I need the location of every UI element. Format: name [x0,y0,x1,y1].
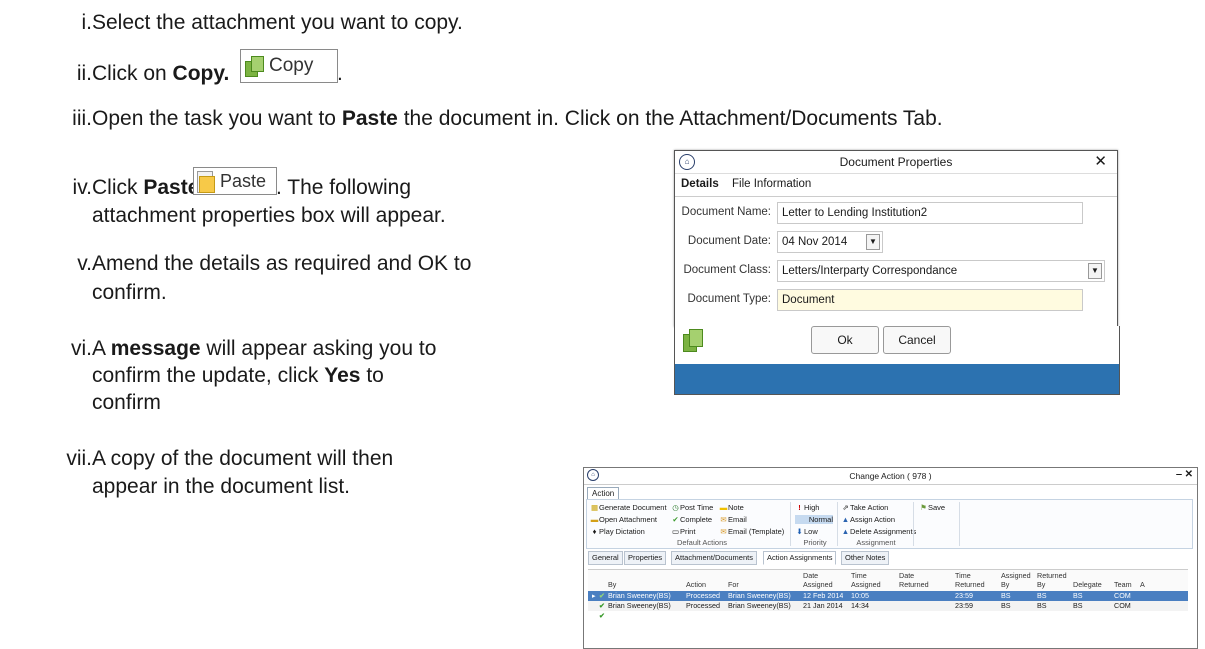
priority-low-button[interactable]: ⬇Low [795,527,817,536]
dialog-title-bar: ⌂ Document Properties ✕ [675,151,1117,174]
close-icon[interactable]: ✕ [1094,152,1107,170]
copy-icon [683,328,703,352]
window-title: Change Action ( 978 ) [849,471,932,481]
col-time-assigned: Time Assigned [851,571,881,589]
ribbon-tab-action[interactable]: Action [587,487,620,499]
step-number: vi. [71,337,92,360]
step-text: Open the task you want to Paste the docu… [92,107,943,130]
note-button[interactable]: ▬Note [719,503,744,512]
tab-general[interactable]: General [588,551,623,565]
dialog-tabs: Details File Information [675,174,1117,197]
step-number: vii. [66,447,92,470]
window-title-bar: ⌂ Change Action ( 978 ) ‒ ✕ [584,468,1197,485]
col-date-assigned: Date Assigned [803,571,833,589]
tab-attachment-documents[interactable]: Attachment/Documents [671,551,757,565]
post-time-button[interactable]: ◷Post Time [671,503,713,512]
chevron-down-icon[interactable]: ▼ [866,234,880,250]
step-number: i. [81,11,93,34]
save-button[interactable]: ⚑Save [919,503,945,512]
col-date-returned: Date Returned [899,571,929,589]
document-type-row: Document Type: Document [675,289,1117,311]
col-time-returned: Time Returned [955,571,985,589]
document-name-row: Document Name: Letter to Lending Institu… [675,202,1117,224]
priority-normal-button[interactable]: Normal [795,515,833,524]
step-iv-rest: . The following [276,176,412,199]
dialog-footer: Ok Cancel [674,326,1120,395]
chevron-down-icon[interactable]: ▼ [1088,263,1102,279]
step-text: Amend the details as required and OK to [92,252,472,275]
group-priority: Priority [803,538,827,547]
step-vi-line2: confirm the update, click Yes to [92,364,384,387]
document-class-label: Document Class: [683,264,771,276]
step-text: Select the attachment you want to copy. [92,11,463,34]
copy-button[interactable]: Copy [240,49,338,83]
play-dictation-button[interactable]: ♦ Play Dictation [590,527,645,536]
step-text: Click on Copy. [92,62,230,85]
step-number: iv. [72,176,92,199]
generate-document-button[interactable]: ▦Generate Document [590,503,667,512]
document-date-label: Document Date: [687,235,771,247]
step-number: iii. [72,107,92,130]
step-vi-line3: confirm [92,391,161,414]
tab-properties[interactable]: Properties [624,551,667,565]
step-text: A message will appear asking you to [92,337,437,360]
ok-button[interactable]: Ok [811,326,879,354]
group-default-actions: Default Actions [676,538,728,547]
step-iv-line2: attachment properties box will appear. [92,204,446,227]
email-template-button[interactable]: ✉Email (Template) [719,527,784,536]
document-type-label: Document Type: [687,293,771,305]
copy-icon [245,55,264,77]
table-row[interactable]: ✔ Brian Sweeney(BS) Processed Brian Swee… [588,601,1188,611]
step-vii-line2: appear in the document list. [92,475,350,498]
document-properties-dialog: ⌂ Document Properties ✕ Details File Inf… [674,150,1118,327]
table-row[interactable]: ▸ ✔ Brian Sweeney(BS) Processed Brian Sw… [588,591,1188,601]
ribbon: ▦Generate Document ▬Open Attachment ♦ Pla… [586,499,1193,549]
paste-icon [197,171,215,193]
delete-assignments-button[interactable]: ▲Delete Assignments [841,527,917,536]
change-action-window: ⌂ Change Action ( 978 ) ‒ ✕ Action ▦Gene… [583,467,1198,649]
paste-button[interactable]: Paste [193,167,277,195]
step-ii-period: . [337,62,343,85]
group-assignment: Assignment [856,538,896,547]
step-number: ii. [76,62,92,85]
tab-details[interactable]: Details [681,178,719,190]
col-returned-by: Returned By [1037,571,1067,589]
document-class-row: Document Class: Letters/Interparty Corre… [675,260,1117,282]
dialog-status-bar [675,364,1119,394]
tab-action-assignments[interactable]: Action Assignments [763,551,837,565]
step-text: Click Paste [92,176,200,199]
col-assigned-by: Assigned By [1001,571,1031,589]
minimize-close-icon[interactable]: ‒ ✕ [1176,469,1193,480]
tab-file-information[interactable]: File Information [732,178,811,190]
step-number: v. [77,252,92,275]
document-class-select[interactable]: Letters/Interparty Correspondance ▼ [777,260,1105,282]
document-type-field[interactable]: Document [777,289,1083,311]
document-name-field[interactable]: Letter to Lending Institution2 [777,202,1083,224]
document-date-field[interactable]: 04 Nov 2014 ▼ [777,231,883,253]
step-v-line2: confirm. [92,281,167,304]
tab-other-notes[interactable]: Other Notes [841,551,890,565]
complete-button[interactable]: ✔Complete [671,515,712,524]
priority-high-button[interactable]: ! High [795,503,819,512]
document-date-row: Document Date: 04 Nov 2014 ▼ [675,231,1117,253]
dialog-title: Document Properties [839,155,953,169]
email-button[interactable]: ✉Email [719,515,746,524]
cancel-button[interactable]: Cancel [883,326,951,354]
assign-action-button[interactable]: ▲Assign Action [841,515,895,524]
print-button[interactable]: ▭Print [671,527,695,536]
document-name-label: Document Name: [681,206,771,218]
take-action-button[interactable]: ⇗Take Action [841,503,888,512]
table-row[interactable]: ✔ [588,611,1188,621]
open-attachment-button[interactable]: ▬Open Attachment [590,515,657,524]
copy-button-label: Copy [269,55,314,76]
paste-button-label: Paste [220,170,267,191]
step-text: A copy of the document will then [92,447,394,470]
